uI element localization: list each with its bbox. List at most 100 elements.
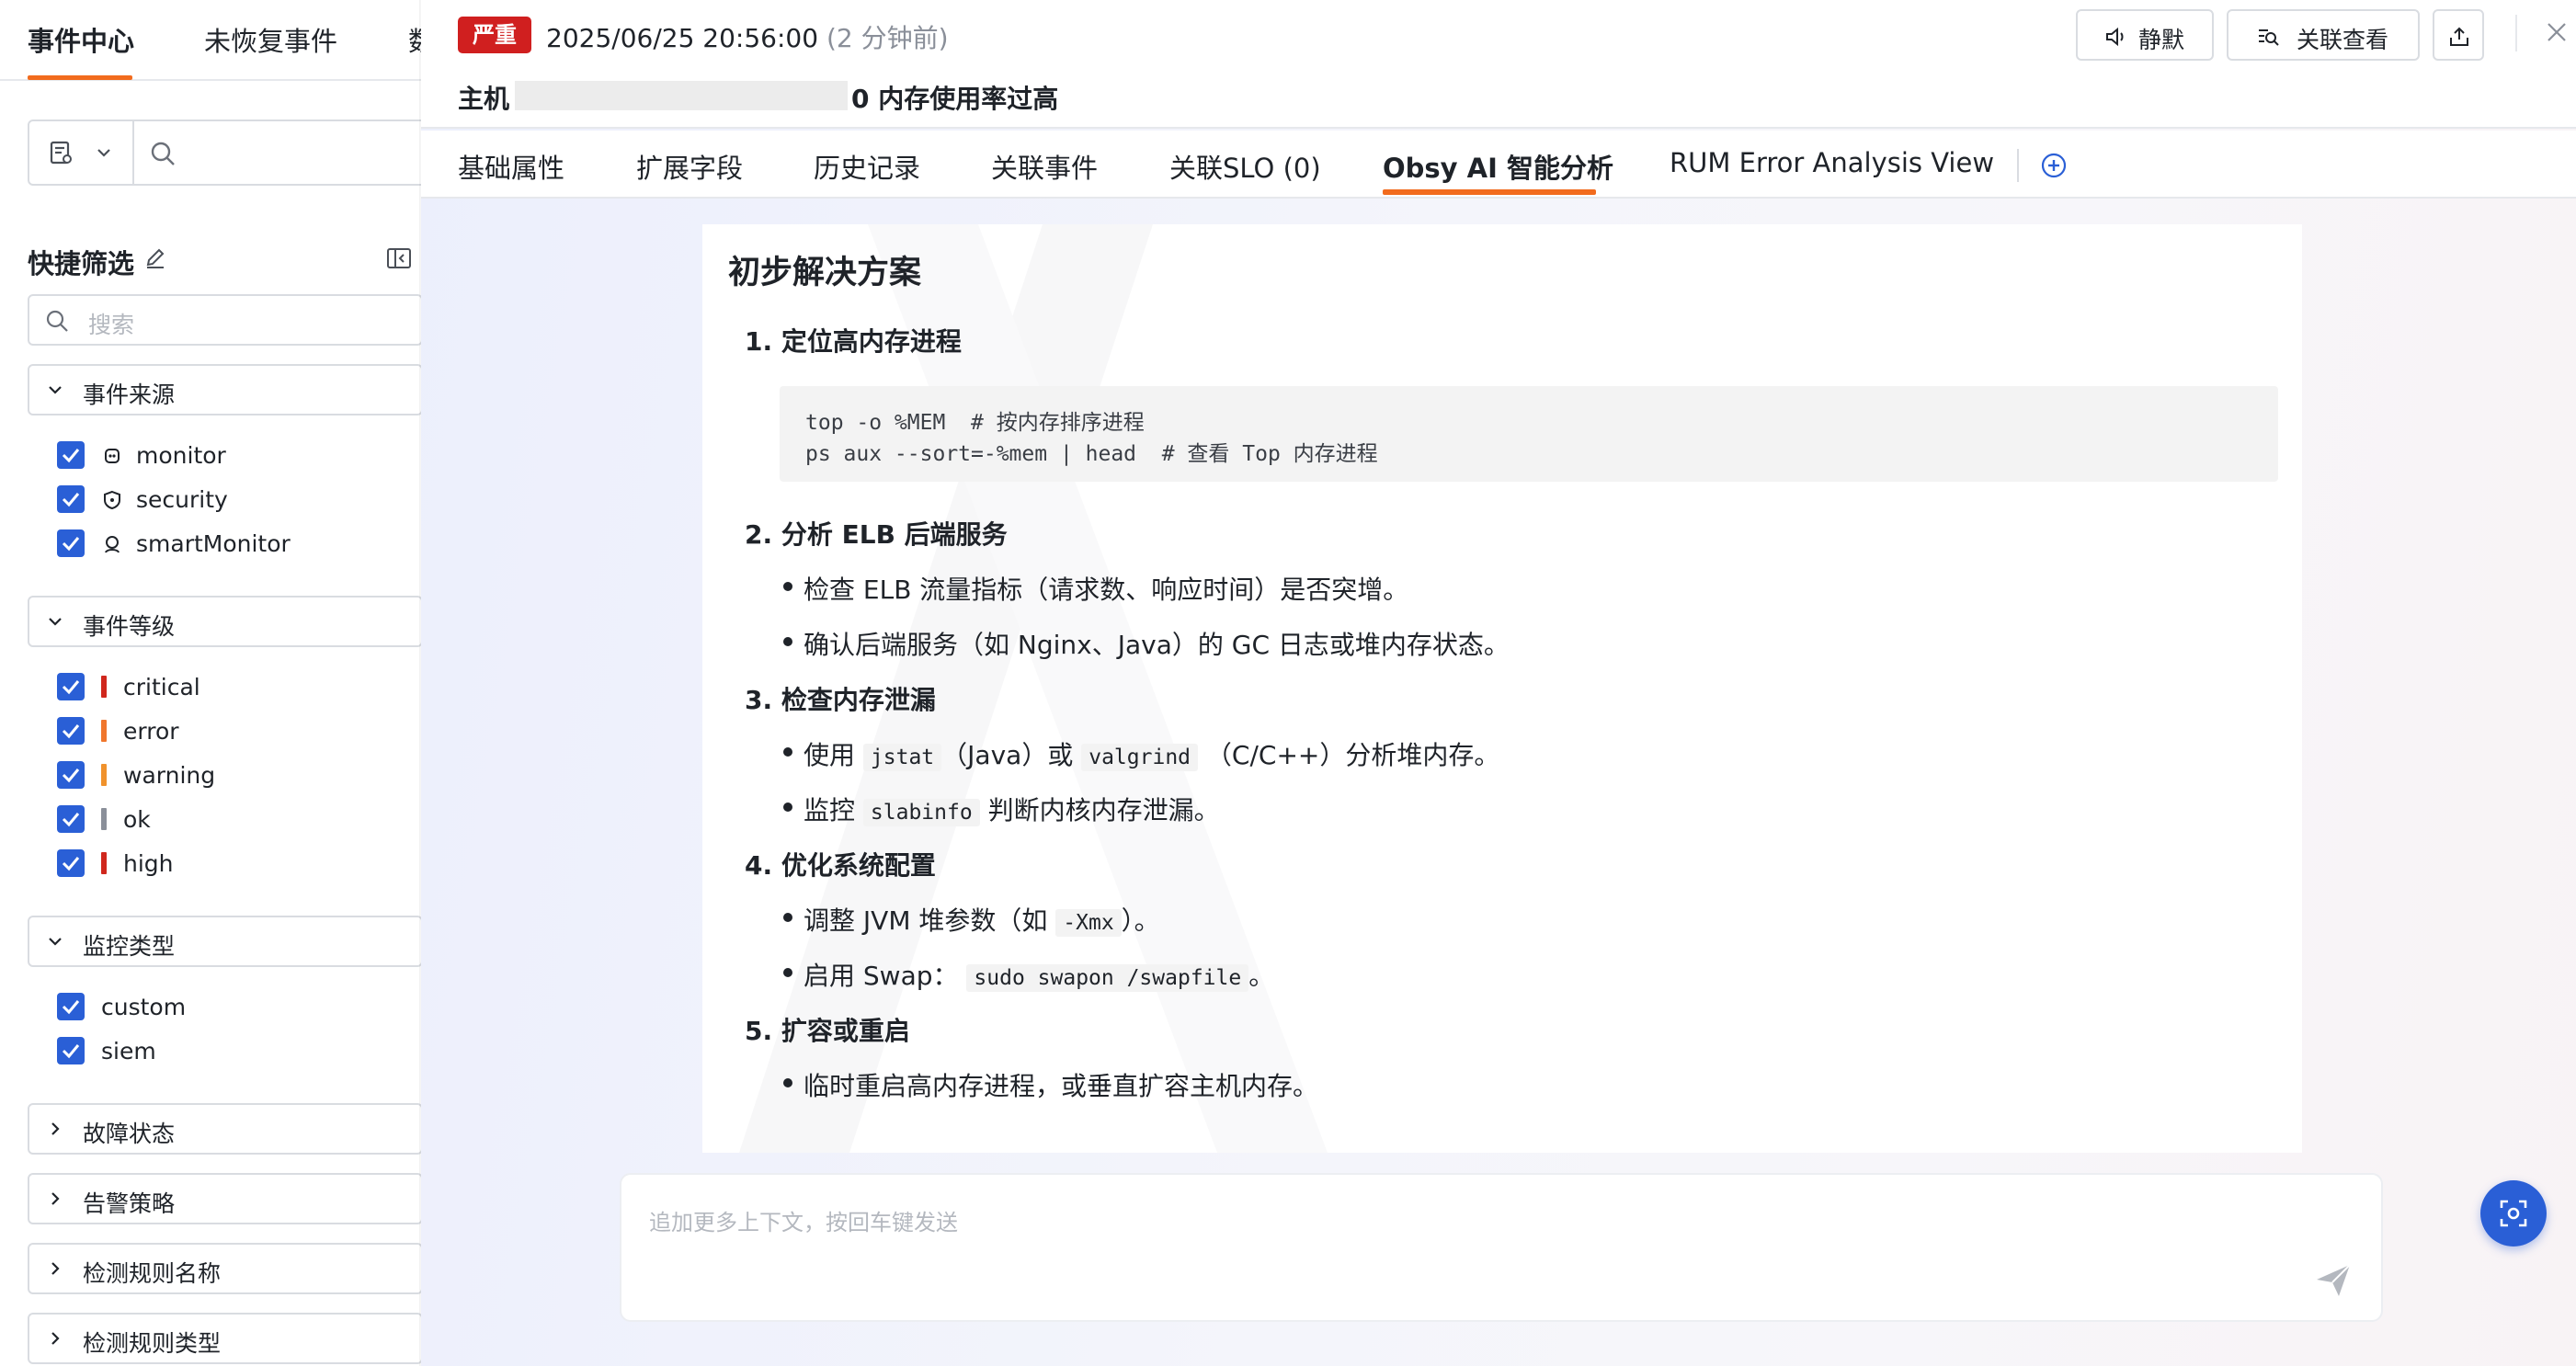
tab-related-events[interactable]: 关联事件	[991, 147, 1098, 186]
option-label: security	[136, 486, 228, 513]
bullet-text: （C/C++）分析堆内存。	[1205, 740, 1500, 770]
bullet-text: （Java）或	[941, 740, 1074, 770]
bullet-text: 使用	[804, 740, 856, 770]
bullet-dot	[783, 637, 792, 646]
drawer-header: 严重 2025/06/25 20:56:00 (2 分钟前) 静默 关联查看 主…	[421, 0, 2576, 129]
checkbox-checked[interactable]	[57, 529, 85, 557]
tab-basic-attributes[interactable]: 基础属性	[458, 147, 564, 186]
search-scope-select[interactable]	[29, 121, 134, 184]
filter-group-event-source[interactable]: 事件来源	[28, 364, 423, 415]
detail-tabs: 基础属性 扩展字段 历史记录 关联事件 关联SLO (0) Obsy AI 智能…	[421, 131, 2576, 199]
list-item: 启用 Swap： sudo swapon /swapfile。	[783, 956, 1275, 993]
tab-extended-fields[interactable]: 扩展字段	[636, 147, 743, 186]
redacted-hostname	[515, 81, 848, 110]
list-item: 临时重启高内存进程，或垂直扩容主机内存。	[783, 1066, 1319, 1103]
event-title-suffix: 0 内存使用率过高	[851, 84, 1059, 114]
tab-event-center[interactable]: 事件中心	[28, 20, 134, 59]
checkbox-checked[interactable]	[57, 993, 85, 1020]
level-color-bar	[101, 720, 107, 742]
search-icon	[46, 310, 68, 332]
filter-search-input[interactable]: 搜索	[28, 294, 423, 346]
list-item: 使用 jstat （Java）或 valgrind （C/C++）分析堆内存。	[783, 735, 1500, 772]
tab-related-slo[interactable]: 关联SLO (0)	[1169, 147, 1321, 186]
checkbox-checked[interactable]	[57, 1037, 85, 1064]
group-label: 监控类型	[83, 933, 176, 960]
list-item: 检查 ELB 流量指标（请求数、响应时间）是否突增。	[783, 570, 1408, 607]
share-button[interactable]	[2433, 9, 2484, 61]
group-label: 事件等级	[83, 613, 176, 640]
send-icon[interactable]	[2313, 1259, 2354, 1300]
chevron-right-icon	[51, 1262, 60, 1275]
checkbox-checked[interactable]	[57, 485, 85, 513]
search-icon[interactable]	[149, 140, 177, 167]
bullet-text: 判断内核内存泄漏。	[987, 795, 1220, 825]
filter-group-event-level[interactable]: 事件等级	[28, 596, 423, 647]
add-tab-icon[interactable]	[2039, 151, 2069, 180]
screenshot-scan-icon	[2500, 1200, 2527, 1227]
group-label: 事件来源	[83, 381, 176, 408]
list-item: 监控 slabinfo 判断内核内存泄漏。	[783, 791, 1220, 827]
level-color-bar	[101, 676, 107, 698]
header-divider	[2515, 15, 2517, 51]
option-label: siem	[101, 1038, 156, 1064]
group-label: 告警策略	[83, 1190, 176, 1217]
list-doc-icon	[50, 141, 72, 165]
filter-group-rule-name[interactable]: 检测规则名称	[28, 1243, 423, 1294]
event-timestamp: 2025/06/25 20:56:00 (2 分钟前)	[546, 18, 949, 55]
option-label: custom	[101, 994, 187, 1020]
step-5-title: 5. 扩容或重启	[745, 1016, 910, 1046]
filter-group-fault-status[interactable]: 故障状态	[28, 1103, 423, 1155]
chevron-down-icon	[97, 149, 110, 157]
bullet-text: 调整 JVM 堆参数（如	[804, 905, 1048, 936]
ai-chat-input[interactable]: 追加更多上下文，按回车键发送	[620, 1173, 2383, 1322]
smart-monitor-icon	[105, 536, 120, 553]
option-label: critical	[123, 674, 200, 700]
screenshot-scan-button[interactable]	[2480, 1180, 2547, 1246]
checkbox-checked[interactable]	[57, 761, 85, 789]
level-color-bar	[101, 764, 107, 786]
chevron-down-icon	[49, 618, 62, 626]
checkbox-checked[interactable]	[57, 805, 85, 833]
step-3-title: 3. 检查内存泄漏	[745, 685, 936, 715]
filter-group-rule-type[interactable]: 检测规则类型	[28, 1313, 423, 1364]
related-view-button[interactable]: 关联查看	[2227, 9, 2420, 61]
option-label: error	[123, 718, 179, 745]
tab-obsy-ai-analysis[interactable]: Obsy AI 智能分析	[1383, 147, 1613, 186]
collapse-panel-icon[interactable]	[386, 246, 412, 270]
option-label: high	[123, 850, 174, 877]
checkbox-checked[interactable]	[57, 673, 85, 700]
monitor-robot-icon	[105, 449, 120, 463]
inline-code: -Xmx	[1055, 909, 1122, 937]
shield-icon	[104, 490, 120, 510]
checkbox-checked[interactable]	[57, 717, 85, 745]
bullet-text: 启用 Swap：	[804, 961, 959, 991]
option-label: monitor	[136, 442, 226, 469]
bullet-text: 确认后端服务（如 Nginx、Java）的 GC 日志或堆内存状态。	[804, 630, 1510, 660]
checkbox-checked[interactable]	[57, 849, 85, 877]
tab-unrecovered-events[interactable]: 未恢复事件	[204, 20, 337, 59]
left-tabs: 事件中心 未恢复事件 数	[0, 0, 423, 81]
filter-group-monitor-type[interactable]: 监控类型	[28, 916, 423, 967]
bullet-dot	[783, 1078, 792, 1087]
step-4-title: 4. 优化系统配置	[745, 850, 936, 881]
bullet-text: 。	[1248, 961, 1275, 991]
tab-rum-error-analysis[interactable]: RUM Error Analysis View	[1670, 147, 1994, 178]
bullet-text: 监控	[804, 795, 856, 825]
chevron-down-icon	[49, 386, 62, 394]
filter-group-alert-policy[interactable]: 告警策略	[28, 1173, 423, 1224]
code-line: ps aux --sort=-%mem | head # 查看 Top 内存进程	[805, 442, 1378, 466]
list-item: 调整 JVM 堆参数（如 -Xmx）。	[783, 901, 1160, 938]
close-icon[interactable]	[2545, 20, 2569, 44]
checkbox-checked[interactable]	[57, 441, 85, 469]
group-label: 故障状态	[83, 1121, 176, 1147]
mute-label: 静默	[2138, 27, 2185, 53]
mute-button[interactable]: 静默	[2076, 9, 2214, 61]
inline-code: sudo swapon /swapfile	[966, 964, 1249, 992]
quick-filter-title: 快捷筛选	[28, 248, 135, 279]
level-color-bar	[101, 852, 107, 874]
bullet-text: 临时重启高内存进程，或垂直扩容主机内存。	[804, 1071, 1319, 1101]
bullet-dot	[783, 582, 792, 591]
tab-history[interactable]: 历史记录	[814, 147, 920, 186]
edit-icon[interactable]	[143, 246, 167, 270]
step-2-title: 2. 分析 ELB 后端服务	[745, 519, 1008, 550]
